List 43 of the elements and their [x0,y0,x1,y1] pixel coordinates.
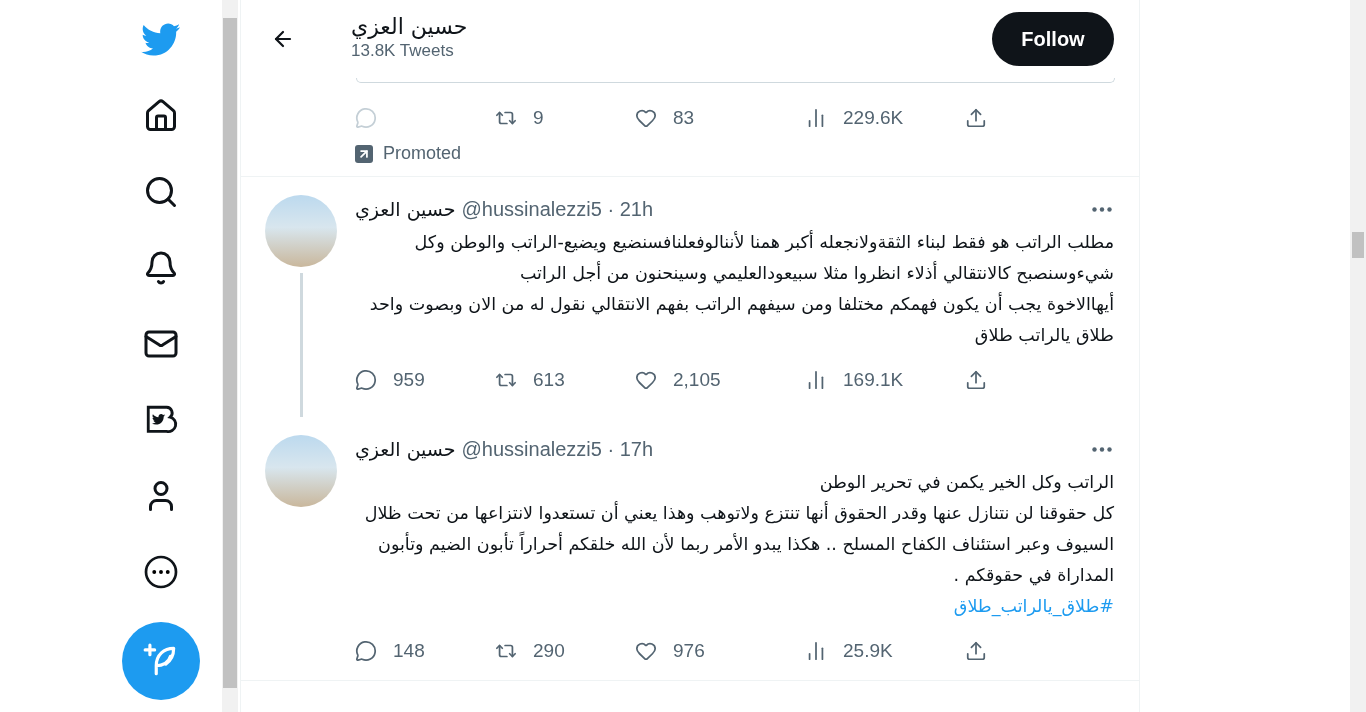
retweet-button[interactable]: 9 [495,107,575,129]
author-handle[interactable]: @hussinalezzi5 · 21h [461,197,654,221]
reply-icon [355,107,377,129]
reply-icon [355,640,377,662]
tweet-text: طلاق يالراتب طلاق [973,324,1114,347]
author-name[interactable]: حسين العزي [355,438,456,460]
reply-button[interactable]: 959 [355,369,435,391]
share-icon [965,640,987,662]
views-button[interactable]: 25.9K [805,640,905,662]
like-icon [635,640,657,662]
follow-button[interactable]: Follow [992,12,1114,66]
like-button[interactable]: 2,105 [635,369,745,391]
reply-button[interactable]: 148 [355,640,435,662]
more-icon [1092,446,1112,452]
retweet-button[interactable]: 613 [495,369,575,391]
share-icon [965,369,987,391]
retweet-button[interactable]: 290 [495,640,575,662]
tweet-text: كل حقوقنا لن نتنازل عنها وقدر الحقوق أنها تنتزع ولاتوهب وهذا يعني أن تستعدوا لانتزاعها من تحت ظلال السيوف وعبر استئناف الكفاح المسلح .. هكذا يبدو الأمر ربما لأن الله خلقكم أحراراً تأبون الضيم وتأبون المداراة في حقوقكم . [363,500,1114,588]
views-button[interactable]: 169.1K [805,369,905,391]
search-icon [143,174,179,210]
more-icon [1092,206,1112,212]
more-circle-icon [143,554,179,590]
like-icon [635,369,657,391]
page-scrollbar[interactable] [1350,0,1366,712]
tweet-count: 13.8K Tweets [351,40,455,61]
views-button[interactable]: 229.6K [805,107,905,129]
bell-icon [143,250,179,286]
promoted-label: Promoted [383,143,462,164]
like-button[interactable]: 976 [635,640,745,662]
like-button[interactable]: 83 [635,107,745,129]
bird-icon [141,22,181,58]
author-name[interactable]: حسين العزي [355,198,456,220]
promoted-icon [355,144,373,163]
like-icon [635,107,657,129]
tweet-text: أيهاالاخوة يجب أن يكون فهمكم مختلفا ومن سيفهم الراتب بفهم الانتقالي نقول له من الان وبصوت واحد [368,291,1114,317]
tweet-text: الراتب وكل الخير يكمن في تحرير الوطن [818,471,1114,495]
profile-name: حسين العزي [351,13,468,39]
reply-icon [355,369,377,391]
share-icon [965,107,987,129]
scrollbar[interactable] [222,0,238,712]
home-icon [143,98,179,134]
tweet-text: مطلب الراتب هو فقط لبناء الثقةولانجعله أكبر همنا لأننالوفعلنافسنضيع ويضيع-الراتب والوطن وكل شيءوسنصبح كالانتقالي أذلاء انظروا مثلا سبيعودالعليمي وسينحنون من أجل الراتب [413,229,1114,286]
author-handle[interactable]: @hussinalezzi5 · 17h [461,437,654,461]
